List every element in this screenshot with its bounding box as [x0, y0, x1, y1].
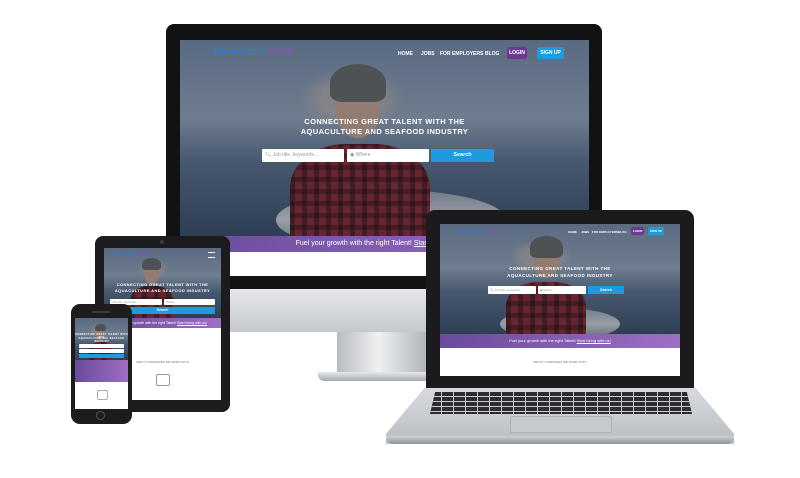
tablet-where-placeholder: Where — [166, 300, 175, 304]
logo-text-2: TALENT — [266, 49, 294, 56]
laptop-screen: AQUACULTURETALENT HOME JOBS FOR EMPLOYER… — [440, 224, 680, 376]
nav-blog[interactable]: BLOG — [485, 51, 499, 57]
logo-text-1: AQUACULTURE — [213, 49, 267, 56]
nav-for-employers[interactable]: FOR EMPLOYERS — [440, 51, 483, 57]
hero-headline-line-1: CONNECTING GREAT TALENT WITH THE — [304, 117, 465, 126]
laptop-job-search-input[interactable]: 🔍︎ Job title, keywords... — [488, 286, 536, 294]
map-pin-icon: ◉ — [350, 152, 355, 158]
hamburger-menu-icon[interactable] — [208, 252, 215, 258]
cta-banner-text: Fuel your growth with the right Talent! — [295, 240, 412, 247]
tablet-headline-line-2: AQUACULTURE AND SEAFOOD INDUSTRY — [114, 288, 211, 293]
phone-search-button[interactable] — [79, 354, 124, 358]
nav-jobs[interactable]: JOBS — [421, 51, 435, 57]
phone-headline-line-2: AQUACULTURE AND SEAFOOD INDUSTRY — [78, 337, 125, 343]
laptop-trackpad[interactable] — [510, 416, 612, 433]
job-search-placeholder: Job title, keywords... — [272, 152, 319, 158]
laptop-companies-section: ABOUT COMPANIES WE WORK WITH — [440, 348, 680, 376]
laptop-banner-text: Fuel your growth with the right Talent! — [509, 338, 576, 343]
laptop-logo[interactable]: AQUACULTURETALENT — [454, 229, 500, 234]
laptop-where-input[interactable]: ◉ Where — [538, 286, 586, 294]
laptop-base-front — [386, 436, 734, 444]
phone-cta-banner — [75, 360, 128, 382]
laptop-signup-button[interactable]: SIGN UP — [648, 227, 664, 235]
laptop-login-button[interactable]: LOGIN — [631, 227, 644, 235]
phone-companies-section — [75, 382, 128, 409]
laptop-nav-jobs[interactable]: JOBS — [581, 230, 589, 234]
laptop-where-placeholder: Where — [543, 288, 553, 292]
where-input[interactable]: ◉ Where — [347, 149, 429, 162]
tablet-company-logo — [156, 374, 170, 386]
laptop-headline-line-1: CONNECTING GREAT TALENT WITH THE — [509, 266, 611, 271]
laptop-companies-heading: ABOUT COMPANIES WE WORK WITH — [533, 360, 587, 364]
tablet-banner-link[interactable]: Start hiring with us! — [177, 321, 207, 325]
tablet-camera — [160, 240, 164, 244]
nav-home[interactable]: HOME — [398, 51, 413, 57]
laptop-banner-link[interactable]: Start hiring with us! — [577, 338, 611, 343]
tablet-logo[interactable]: AQUACULTURETALENT — [110, 252, 150, 256]
hero-headline-line-2: AQUACULTURE AND SEAFOOD INDUSTRY — [300, 127, 469, 136]
phone-company-logo — [97, 390, 108, 400]
laptop-logo-text-1: AQUACULTURE — [454, 229, 485, 234]
phone-job-search-input[interactable] — [79, 344, 124, 348]
login-button[interactable]: LOGIN — [507, 47, 527, 59]
search-icon: 🔍︎ — [265, 152, 272, 158]
laptop-hero-overlay — [440, 224, 680, 334]
phone-screen: CONNECTING GREAT TALENT WITH THE AQUACUL… — [75, 318, 128, 409]
site-logo[interactable]: AQUACULTURETALENT — [213, 49, 294, 56]
tablet-logo-text-1: AQUACULTURE — [110, 252, 137, 256]
laptop-nav-blog[interactable]: BLOG — [618, 230, 627, 234]
where-placeholder: Where — [355, 152, 371, 158]
signup-button[interactable]: SIGN UP — [537, 47, 564, 59]
laptop-logo-text-2: TALENT — [484, 229, 501, 234]
job-search-input[interactable]: 🔍︎ Job title, keywords... — [262, 149, 344, 162]
hero-overlay — [180, 40, 589, 236]
phone-speaker — [92, 311, 110, 313]
laptop-hero — [440, 224, 680, 342]
search-button[interactable]: Search — [431, 149, 494, 162]
hero-image — [180, 40, 589, 254]
phone-where-input[interactable] — [79, 349, 124, 353]
tablet-logo-text-2: TALENT — [136, 252, 151, 256]
laptop-nav-for-employers[interactable]: FOR EMPLOYERS — [592, 230, 618, 234]
laptop-headline-line-2: AQUACULTURE AND SEAFOOD INDUSTRY — [507, 273, 613, 278]
laptop-job-placeholder: Job title, keywords... — [494, 288, 522, 292]
laptop-keyboard-rows — [430, 392, 692, 414]
phone-home-button[interactable] — [96, 411, 105, 420]
monitor-stand-neck — [337, 330, 429, 376]
laptop-search-icon: 🔍︎ — [490, 288, 494, 292]
tablet-headline-line-1: CONNECTING GREAT TALENT WITH THE — [116, 282, 209, 287]
tablet-where-input[interactable]: Where — [164, 299, 215, 305]
laptop-search-button[interactable]: Search — [588, 286, 624, 294]
laptop-nav-home[interactable]: HOME — [568, 230, 577, 234]
laptop-cta-banner: Fuel your growth with the right Talent! … — [440, 334, 680, 348]
